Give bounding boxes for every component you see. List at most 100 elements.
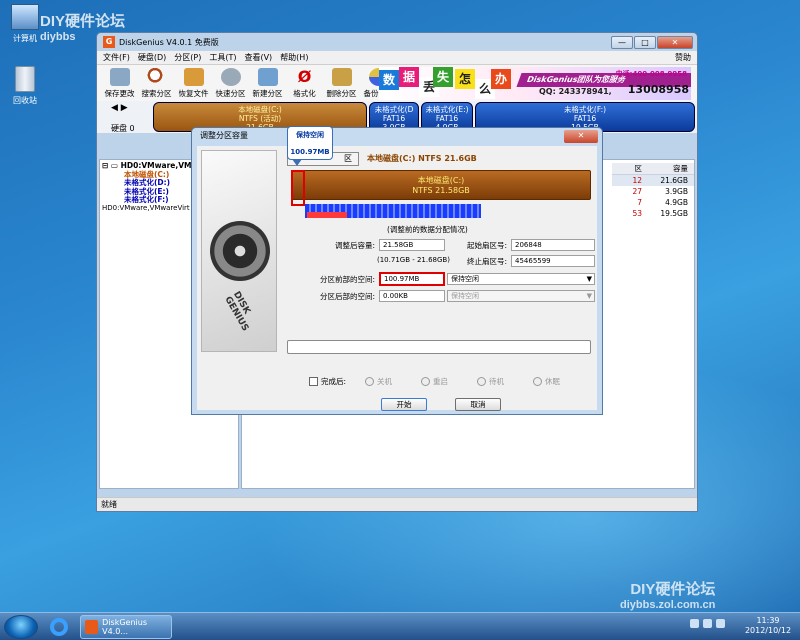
delete-partition-button[interactable]: 删除分区 — [323, 68, 360, 99]
watermark-bottom: DIY硬件论坛 diybbs.zol.com.cn — [620, 581, 716, 611]
hard-disk-image: DISK GENIUS — [201, 150, 277, 352]
window-title: DiskGenius V4.0.1 免费版 — [119, 37, 219, 47]
back-space-label: 分区后部的空间: — [319, 292, 375, 301]
close-button[interactable]: ✕ — [657, 36, 693, 49]
radio-circle — [365, 377, 374, 386]
disk-model-label: HD0:VMware,VMwareVirt — [102, 204, 190, 212]
start-sector-label: 起始扇区号: — [466, 241, 507, 250]
tray-volume-icon[interactable] — [716, 619, 725, 628]
back-space-action-select: 保持空闲 ▼ — [447, 290, 595, 302]
menu-disk[interactable]: 硬盘(D) — [138, 52, 166, 63]
disk-label: 硬盘 0 — [111, 124, 135, 133]
desktop-icon-computer[interactable]: 计算机 — [0, 4, 50, 44]
banner-phone-number: 13008958 — [627, 83, 689, 96]
tray-network-icon[interactable] — [703, 619, 712, 628]
tool-label: 快速分区 — [215, 89, 246, 98]
ad-banner[interactable]: 数 据 丢 失 怎 么 办 DiskGenius团队为您服务 电话:400-00… — [379, 67, 691, 100]
front-space-label: 分区前部的空间: — [319, 275, 375, 284]
end-sector-field: 45465599 — [511, 255, 595, 267]
app-logo-icon: G — [103, 36, 115, 48]
chevron-down-icon: ▼ — [586, 275, 592, 283]
start-button-orb[interactable] — [4, 615, 38, 639]
clock[interactable]: 11:39 2012/10/12 — [742, 616, 794, 636]
minimize-button[interactable]: — — [611, 36, 633, 49]
tool-label: 恢复文件 — [178, 89, 209, 98]
menu-partition[interactable]: 分区(P) — [174, 52, 201, 63]
quick-partition-button[interactable]: 快速分区 — [212, 68, 249, 99]
partition-header: 本地磁盘(C:) NTFS 21.6GB — [367, 154, 477, 163]
free-space-tooltip: 保持空闲 100.97MB — [287, 126, 333, 166]
dialog-close-button[interactable]: ✕ — [564, 130, 598, 143]
tool-label: 搜索分区 — [141, 89, 172, 98]
banner-tile: 办 — [491, 69, 511, 89]
menu-view[interactable]: 查看(V) — [244, 52, 272, 63]
select-value: 保持空闲 — [451, 292, 479, 300]
delete-icon — [331, 68, 352, 86]
progress-bar — [287, 340, 591, 354]
start-button[interactable]: 开始 — [381, 398, 427, 411]
table-header: 区 容量 — [612, 163, 694, 175]
maximize-button[interactable]: □ — [634, 36, 656, 49]
disk-genius-logo: DISK GENIUS — [222, 290, 252, 334]
clock-date: 2012/10/12 — [744, 626, 792, 635]
recover-icon — [183, 68, 204, 86]
table-cell: 7 — [637, 198, 642, 207]
radio-circle — [421, 377, 430, 386]
disk-platter-icon — [210, 221, 270, 281]
usage-caption: (调整前的数据分配情况) — [387, 225, 468, 234]
title-bar[interactable]: G DiskGenius V4.0.1 免费版 — □ ✕ — [97, 33, 697, 51]
after-completion-checkbox[interactable]: 完成后: — [309, 376, 346, 387]
sponsor-link[interactable]: 赞助 — [675, 52, 691, 63]
taskbar-internet-explorer[interactable] — [44, 615, 74, 639]
desktop-icon-label: 计算机 — [13, 34, 37, 43]
front-space-field[interactable]: 100.97MB — [379, 272, 445, 286]
menu-file[interactable]: 文件(F) — [103, 52, 130, 63]
radio-circle — [533, 377, 542, 386]
taskbar-diskgenius[interactable]: DiskGenius V4.0... — [80, 615, 172, 639]
menu-tools[interactable]: 工具(T) — [209, 52, 236, 63]
save-changes-button[interactable]: 保存更改 — [101, 68, 138, 99]
partition-fs: FAT16 — [382, 114, 406, 123]
table-cell: 12 — [632, 176, 642, 185]
internet-explorer-icon — [50, 618, 68, 636]
dialog-body: DISK GENIUS 区 本地磁盘(C:) NTFS 21.6GB 本地磁盘(… — [197, 146, 597, 411]
tray-flag-icon[interactable] — [690, 619, 699, 628]
menu-help[interactable]: 帮助(H) — [280, 52, 308, 63]
banner-qq: QQ: 243378941, — [539, 87, 612, 96]
table-row[interactable]: 12 21.6GB — [612, 175, 694, 186]
recover-files-button[interactable]: 恢复文件 — [175, 68, 212, 99]
table-row[interactable]: 7 4.9GB — [612, 197, 694, 208]
new-partition-button[interactable]: 新建分区 — [249, 68, 286, 99]
partition-name: 未格式化(E:) — [425, 105, 469, 114]
tooltip-value: 100.97MB — [290, 148, 330, 156]
back-space-field[interactable]: 0.00KB — [379, 290, 445, 302]
format-icon: Ø — [297, 67, 312, 86]
diskgenius-icon — [85, 620, 99, 634]
taskbar: DiskGenius V4.0... 11:39 2012/10/12 — [0, 612, 800, 640]
partition-resize-bar[interactable]: 本地磁盘(C:) NTFS 21.58GB — [291, 170, 591, 200]
cancel-button[interactable]: 取消 — [455, 398, 501, 411]
checkbox-label: 完成后: — [321, 377, 347, 386]
disk-nav-arrows[interactable]: ◀ ▶ — [111, 103, 128, 113]
table-row[interactable]: 27 3.9GB — [612, 186, 694, 197]
system-tray — [690, 619, 725, 628]
clock-time: 11:39 — [756, 616, 780, 625]
new-partition-icon — [257, 68, 278, 86]
recycle-bin-icon — [15, 66, 35, 92]
resize-bar-fs: NTFS 21.58GB — [412, 186, 470, 195]
front-space-action-select[interactable]: 保持空闲 ▼ — [447, 273, 595, 285]
partition-fs: FAT16 — [573, 114, 597, 123]
table-row[interactable]: 53 19.5GB — [612, 208, 694, 219]
header-cell: 区 — [634, 164, 643, 173]
search-partition-button[interactable]: 搜索分区 — [138, 68, 175, 99]
partition-fs: NTFS (活动) — [238, 114, 282, 123]
banner-phone: 电话:400-008-9958 — [615, 70, 687, 78]
search-icon — [146, 68, 167, 86]
partition-table: 区 容量 12 21.6GB 27 3.9GB 7 4.9GB 53 19.5GB — [612, 163, 694, 219]
banner-tile: 失 — [433, 67, 453, 87]
format-button[interactable]: Ø 格式化 — [286, 68, 323, 99]
dialog-title[interactable]: 调整分区容量 — [192, 128, 602, 144]
front-free-space-handle[interactable] — [291, 170, 305, 206]
desktop-icon-recycle-bin[interactable]: 回收站 — [0, 66, 50, 106]
table-cell: 4.9GB — [665, 198, 688, 207]
